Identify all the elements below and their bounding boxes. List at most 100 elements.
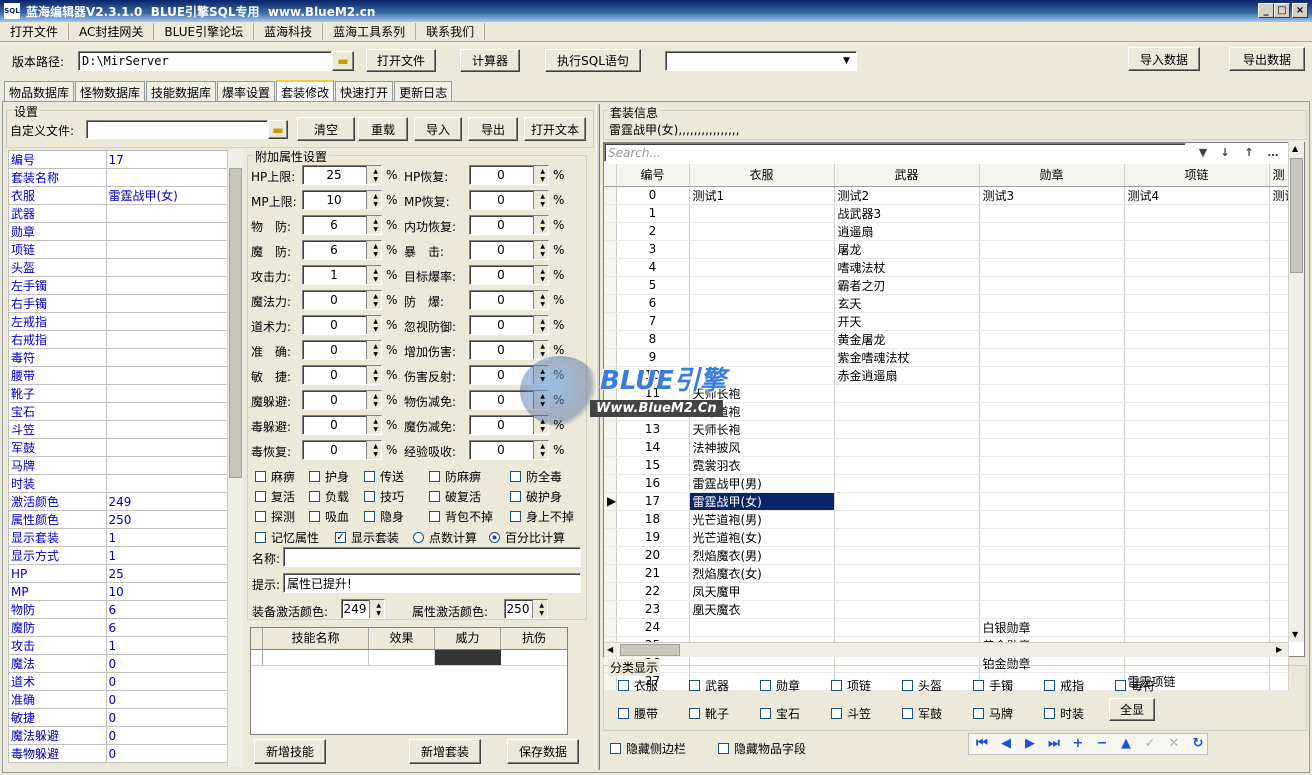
post-record-icon[interactable]: ✓ (1140, 736, 1160, 752)
table-row[interactable]: 6 玄天 (604, 294, 1289, 313)
property-row[interactable]: 军鼓 (8, 438, 228, 457)
property-row[interactable]: 显示方式 1 (8, 546, 228, 565)
table-cell[interactable] (1124, 510, 1270, 529)
property-value[interactable] (105, 438, 228, 457)
attr-checkbox[interactable]: 破护身 (510, 488, 562, 505)
spin-up-icon[interactable]: ▲ (373, 294, 378, 300)
table-cell[interactable] (1124, 582, 1270, 601)
spin-down-icon[interactable]: ▼ (540, 202, 545, 208)
property-row[interactable]: 道术 0 (8, 672, 228, 691)
table-cell[interactable] (689, 330, 835, 349)
table-cell[interactable] (689, 276, 835, 295)
property-row[interactable]: 魔法 0 (8, 654, 228, 673)
table-cell[interactable] (979, 564, 1125, 583)
table-cell[interactable]: 法神披风 (689, 438, 835, 457)
cell-id[interactable]: 2 (616, 222, 690, 241)
table-cell[interactable] (1269, 438, 1289, 457)
property-value[interactable] (105, 384, 228, 403)
more-icon[interactable]: … (1263, 145, 1283, 161)
first-record-icon[interactable]: ⏮ (972, 736, 992, 752)
table-cell[interactable] (979, 348, 1125, 367)
attr-spinner[interactable]: 0 ▲ ▼ (302, 390, 382, 410)
table-cell[interactable] (979, 222, 1125, 241)
cell-id[interactable]: 23 (616, 600, 690, 619)
property-row[interactable]: 显示套装 1 (8, 528, 228, 547)
property-value[interactable]: 1 (105, 636, 228, 655)
table-cell[interactable]: 霸者之刃 (834, 276, 980, 295)
table-cell[interactable] (1269, 366, 1289, 385)
table-row[interactable]: 8 黄金屠龙 (604, 330, 1289, 349)
cell-id[interactable]: 1 (616, 204, 690, 223)
table-cell[interactable] (1269, 510, 1289, 529)
table-row[interactable]: 2 逍遥扇 (604, 222, 1289, 241)
property-value[interactable] (105, 474, 228, 493)
table-cell[interactable] (834, 492, 980, 511)
attr-spinner[interactable]: 0 ▲ ▼ (469, 315, 549, 335)
attr-checkbox[interactable]: 背包不掉 (429, 508, 493, 525)
table-row[interactable]: 3 屠龙 (604, 240, 1289, 259)
spin-up-icon[interactable]: ▲ (540, 419, 545, 425)
spin-up-icon[interactable]: ▲ (540, 394, 545, 400)
table-cell[interactable]: 霓裳羽衣 (689, 456, 835, 475)
property-row[interactable]: 靴子 (8, 384, 228, 403)
spin-down-icon[interactable]: ▼ (373, 452, 378, 458)
cell-id[interactable]: 13 (616, 420, 690, 439)
settings-export-button[interactable]: 导出 (468, 117, 518, 141)
settings-import-button[interactable]: 导入 (414, 117, 462, 141)
property-value[interactable]: 6 (105, 600, 228, 619)
spin-down-icon[interactable]: ▼ (540, 377, 545, 383)
table-cell[interactable]: 雷霆战甲(女) (689, 492, 835, 511)
show-set-checkbox[interactable]: ✓ 显示套装 (335, 529, 399, 546)
table-cell[interactable] (1124, 276, 1270, 295)
table-cell[interactable]: 嗜魂法杖 (834, 258, 980, 277)
property-value[interactable]: 0 (105, 744, 228, 763)
table-cell[interactable] (689, 312, 835, 331)
property-value[interactable] (105, 294, 228, 313)
table-row[interactable]: 9 紫金嗜魂法杖 (604, 348, 1289, 367)
spin-up-icon[interactable]: ▲ (373, 444, 378, 450)
attr-spinner[interactable]: 25 ▲ ▼ (302, 165, 382, 185)
spin-up-icon[interactable]: ▲ (540, 344, 545, 350)
table-cell[interactable] (1124, 222, 1270, 241)
table-cell[interactable] (979, 312, 1125, 331)
attr-spinner[interactable]: 0 ▲ ▼ (302, 365, 382, 385)
cell-id[interactable]: 12 (616, 402, 690, 421)
cell-id[interactable]: 8 (616, 330, 690, 349)
table-row[interactable]: ▶ 17 雷霆战甲(女) (604, 492, 1289, 511)
table-cell[interactable] (1269, 222, 1289, 241)
property-value[interactable]: 0 (105, 726, 228, 745)
attr-spinner[interactable]: 6 ▲ ▼ (302, 215, 382, 235)
attr-spinner[interactable]: 0 ▲ ▼ (469, 240, 549, 260)
table-cell[interactable] (834, 384, 980, 403)
arrow-up-icon[interactable]: ↑ (1239, 145, 1259, 161)
table-cell[interactable]: 光芒道袍(男) (689, 510, 835, 529)
edit-record-icon[interactable]: ▲ (1116, 736, 1136, 752)
property-row[interactable]: 头盔 (8, 258, 228, 277)
table-cell[interactable] (1269, 240, 1289, 259)
spin-up-icon[interactable]: ▲ (540, 444, 545, 450)
add-skill-button[interactable]: 新增技能 (254, 739, 326, 764)
cell-id[interactable]: 14 (616, 438, 690, 457)
table-cell[interactable] (979, 240, 1125, 259)
table-cell[interactable]: 测试 (1269, 186, 1289, 205)
attr-spinner[interactable]: 10 ▲ ▼ (302, 190, 382, 210)
attr-checkbox[interactable]: 探测 (255, 508, 295, 525)
property-value[interactable]: 25 (105, 564, 228, 583)
spin-down-icon[interactable]: ▼ (373, 277, 378, 283)
add-record-icon[interactable]: + (1068, 736, 1088, 752)
menu-open-file[interactable]: 打开文件 (0, 23, 70, 40)
cell-id[interactable]: 18 (616, 510, 690, 529)
table-cell[interactable] (1124, 492, 1270, 511)
table-cell[interactable] (979, 474, 1125, 493)
table-cell[interactable] (1269, 528, 1289, 547)
table-cell[interactable] (1269, 294, 1289, 313)
attr-spinner[interactable]: 1 ▲ ▼ (302, 265, 382, 285)
spin-down-icon[interactable]: ▼ (540, 427, 545, 433)
col-medal[interactable]: 勋章 (979, 164, 1125, 187)
spin-down-icon[interactable]: ▼ (539, 611, 544, 617)
spin-down-icon[interactable]: ▼ (373, 377, 378, 383)
table-cell[interactable] (834, 420, 980, 439)
table-cell[interactable] (1124, 258, 1270, 277)
arrow-down-icon[interactable]: ↓ (1215, 145, 1235, 161)
property-value[interactable]: 250 (105, 510, 228, 529)
